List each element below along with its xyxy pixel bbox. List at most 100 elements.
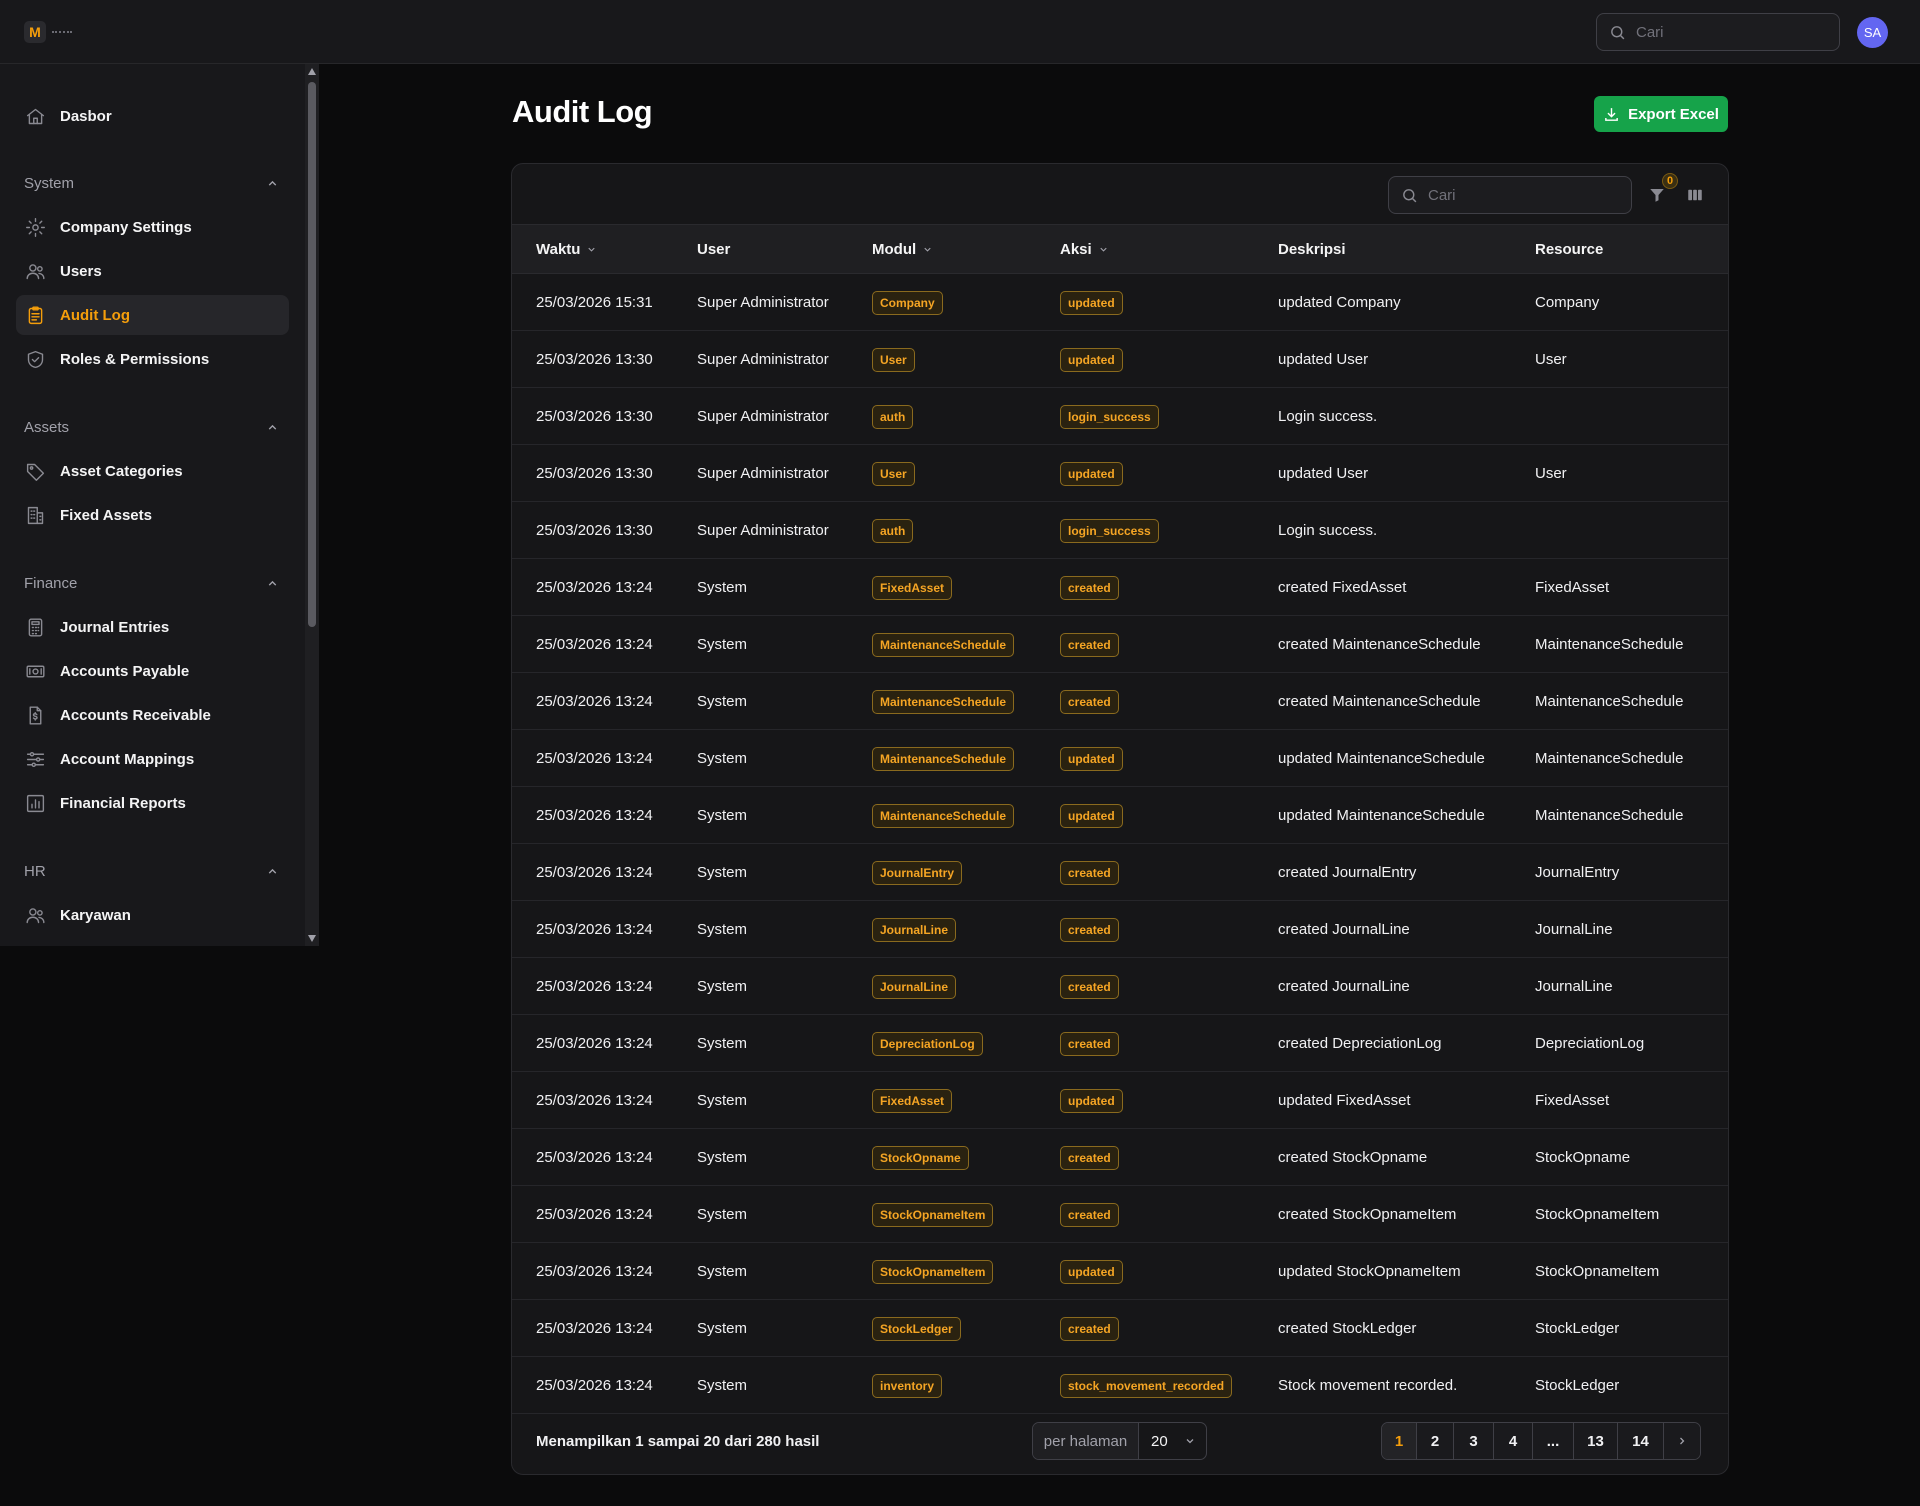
cell-waktu: 25/03/2026 13:30: [536, 331, 653, 388]
table-row[interactable]: 25/03/2026 13:24 System StockLedger created…: [512, 1300, 1728, 1357]
cell-resource: StockOpname: [1535, 1129, 1630, 1186]
sidebar-item-accounts-payable[interactable]: Accounts Payable: [16, 651, 289, 691]
scrollbar-thumb[interactable]: [308, 82, 316, 627]
scroll-down-arrow-icon[interactable]: [308, 935, 316, 942]
sidebar: Dasbor System Company Settings Users Audit L…: [0, 64, 305, 946]
sidebar-item-account-mappings[interactable]: Account Mappings: [16, 739, 289, 779]
table-search-input[interactable]: Cari: [1388, 176, 1632, 214]
table-row[interactable]: 25/03/2026 13:24 System JournalLine created…: [512, 958, 1728, 1015]
app-logo[interactable]: M: [24, 21, 46, 43]
column-header-waktu[interactable]: Waktu: [536, 225, 597, 274]
cell-waktu: 25/03/2026 13:24: [536, 958, 653, 1015]
sidebar-item-karyawan[interactable]: Karyawan: [16, 895, 289, 935]
table-row[interactable]: 25/03/2026 13:24 System JournalLine created…: [512, 901, 1728, 958]
page-button-1[interactable]: 1: [1382, 1423, 1417, 1459]
next-page-button[interactable]: [1664, 1423, 1700, 1459]
cell-user: System: [697, 1243, 747, 1300]
page-button-14[interactable]: 14: [1618, 1423, 1664, 1459]
results-summary: Menampilkan 1 sampai 20 dari 280 hasil: [536, 1433, 820, 1450]
table-row[interactable]: 25/03/2026 13:24 System MaintenanceSchedul…: [512, 730, 1728, 787]
search-icon: [1611, 25, 1625, 39]
global-search-input[interactable]: Cari: [1596, 13, 1840, 51]
cell-aksi: updated: [1060, 274, 1123, 331]
table-row[interactable]: 25/03/2026 13:24 System StockOpname created…: [512, 1129, 1728, 1186]
table-row[interactable]: 25/03/2026 13:24 System MaintenanceSchedul…: [512, 787, 1728, 844]
export-excel-label: Export Excel: [1628, 105, 1719, 123]
cell-text: created MaintenanceSchedule: [1278, 693, 1481, 710]
table-row[interactable]: 25/03/2026 13:30 Super Administrator User u…: [512, 331, 1728, 388]
cell-text: created StockOpnameItem: [1278, 1206, 1457, 1223]
cell-user: System: [697, 559, 747, 616]
table-row[interactable]: 25/03/2026 13:24 System JournalEntry create…: [512, 844, 1728, 901]
chevron-up-icon[interactable]: [266, 421, 279, 434]
module-badge: StockOpname: [872, 1145, 969, 1170]
cell-waktu: 25/03/2026 13:24: [536, 844, 653, 901]
sidebar-group-assets[interactable]: Assets: [24, 415, 279, 439]
user-avatar[interactable]: SA: [1857, 17, 1888, 48]
table-row[interactable]: 25/03/2026 13:24 System StockOpnameItem upd…: [512, 1243, 1728, 1300]
sidebar-group-finance[interactable]: Finance: [24, 571, 279, 595]
sidebar-group-system[interactable]: System: [24, 171, 279, 195]
page-button-3[interactable]: 3: [1454, 1423, 1494, 1459]
table-row[interactable]: 25/03/2026 13:24 System MaintenanceSchedul…: [512, 673, 1728, 730]
cell-modul: FixedAsset: [872, 1072, 953, 1129]
export-excel-button[interactable]: Export Excel: [1594, 96, 1728, 132]
cell-text: 25/03/2026 13:24: [536, 807, 653, 824]
table-row[interactable]: 25/03/2026 13:30 Super Administrator auth l…: [512, 502, 1728, 559]
page-button-13[interactable]: 13: [1574, 1423, 1618, 1459]
sort-chevron-down-icon[interactable]: [586, 244, 597, 255]
column-header-label: Deskripsi: [1278, 241, 1346, 258]
column-header-aksi[interactable]: Aksi: [1060, 225, 1109, 274]
cell-aksi: created: [1060, 559, 1119, 616]
sidebar-item-dasbor[interactable]: Dasbor: [16, 96, 289, 136]
sidebar-scrollbar[interactable]: [305, 64, 319, 946]
scroll-up-arrow-icon[interactable]: [308, 68, 316, 75]
per-page-select[interactable]: per halaman 20: [1032, 1422, 1207, 1460]
table-row[interactable]: 25/03/2026 13:24 System DepreciationLog cre…: [512, 1015, 1728, 1072]
chevron-up-icon[interactable]: [266, 865, 279, 878]
table-row[interactable]: 25/03/2026 15:31 Super Administrator Compa…: [512, 274, 1728, 331]
table-row[interactable]: 25/03/2026 13:24 System FixedAsset updated u…: [512, 1072, 1728, 1129]
page-title: Audit Log: [512, 94, 653, 129]
table-row[interactable]: 25/03/2026 13:24 System FixedAsset created c…: [512, 559, 1728, 616]
columns-toggle-icon[interactable]: [1686, 186, 1704, 204]
sidebar-item-users[interactable]: Users: [16, 251, 289, 291]
cell-resource: StockOpnameItem: [1535, 1243, 1659, 1300]
cell-modul: StockOpnameItem: [872, 1186, 994, 1243]
sidebar-item-roles-permissions[interactable]: Roles & Permissions: [16, 339, 289, 379]
cell-text: Super Administrator: [697, 408, 829, 425]
cell-text: System: [697, 579, 748, 596]
cell-text: StockOpnameItem: [1535, 1206, 1660, 1223]
column-header-modul[interactable]: Modul: [872, 225, 933, 274]
chevron-up-icon[interactable]: [266, 177, 279, 190]
cell-text: System: [697, 1149, 748, 1166]
sort-chevron-down-icon[interactable]: [1098, 244, 1109, 255]
column-header-user: User: [697, 225, 730, 274]
table-row[interactable]: 25/03/2026 13:24 System StockOpnameItem cre…: [512, 1186, 1728, 1243]
page-button-2[interactable]: 2: [1417, 1423, 1454, 1459]
cell-text: created StockOpname: [1278, 1149, 1428, 1166]
cell-text: 25/03/2026 13:24: [536, 1206, 653, 1223]
sidebar-item-audit-log[interactable]: Audit Log: [16, 295, 289, 335]
sidebar-item-accounts-receivable[interactable]: Accounts Receivable: [16, 695, 289, 735]
cell-aksi: updated: [1060, 331, 1123, 388]
filter-icon[interactable]: [1648, 186, 1666, 204]
sidebar-item-financial-reports[interactable]: Financial Reports: [16, 783, 289, 823]
sort-chevron-down-icon[interactable]: [922, 244, 933, 255]
chevron-up-icon[interactable]: [266, 577, 279, 590]
sidebar-group-hr[interactable]: HR: [24, 859, 279, 883]
sidebar-item-company-settings[interactable]: Company Settings: [16, 207, 289, 247]
table-row[interactable]: 25/03/2026 13:24 System inventory stock_mov…: [512, 1357, 1728, 1414]
page-button-4[interactable]: 4: [1494, 1423, 1533, 1459]
sidebar-item-journal-entries[interactable]: Journal Entries: [16, 607, 289, 647]
table-row[interactable]: 25/03/2026 13:30 Super Administrator auth l…: [512, 388, 1728, 445]
cell-user: System: [697, 730, 747, 787]
sidebar-item-asset-categories[interactable]: Asset Categories: [16, 451, 289, 491]
tag-icon: [24, 460, 46, 482]
cell-text: 25/03/2026 13:24: [536, 1035, 653, 1052]
table-row[interactable]: 25/03/2026 13:30 Super Administrator User u…: [512, 445, 1728, 502]
cell-aksi: updated: [1060, 730, 1123, 787]
per-page-dropdown[interactable]: 20: [1139, 1423, 1206, 1459]
sidebar-item-fixed-assets[interactable]: Fixed Assets: [16, 495, 289, 535]
table-row[interactable]: 25/03/2026 13:24 System MaintenanceSchedul…: [512, 616, 1728, 673]
